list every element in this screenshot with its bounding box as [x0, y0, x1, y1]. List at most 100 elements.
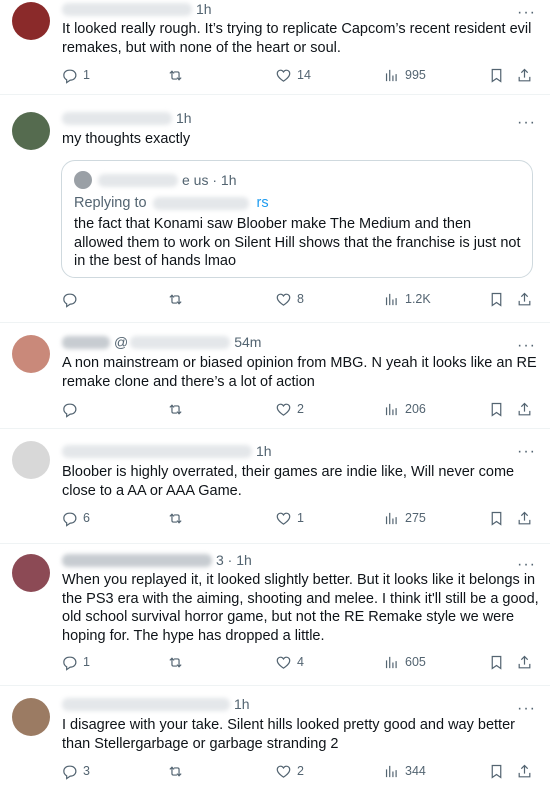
share-button[interactable]: [516, 288, 538, 310]
author-name[interactable]: [62, 111, 172, 125]
repost-button[interactable]: [167, 760, 189, 782]
post-time[interactable]: 54m: [234, 334, 261, 350]
repost-button[interactable]: [167, 288, 189, 310]
quoted-time: 1h: [220, 172, 237, 188]
avatar[interactable]: [12, 335, 50, 373]
more-icon[interactable]: ···: [517, 701, 536, 717]
avatar[interactable]: [12, 112, 50, 150]
more-icon[interactable]: ···: [517, 338, 536, 354]
view-count: 1.2K: [405, 292, 431, 306]
reply-icon: [63, 403, 77, 418]
repost-button[interactable]: [167, 651, 189, 673]
reply-button[interactable]: 6: [61, 507, 90, 529]
views-button[interactable]: 344: [383, 760, 426, 782]
bookmark-button[interactable]: [488, 398, 510, 420]
reply-count: 6: [83, 511, 90, 525]
views-button[interactable]: 206: [383, 398, 426, 420]
like-button[interactable]: 2: [275, 398, 304, 420]
post-actions: 6 1 275: [0, 507, 550, 529]
more-icon[interactable]: ···: [517, 557, 536, 573]
author-name[interactable]: [62, 697, 230, 711]
post-time[interactable]: 1h: [196, 1, 212, 17]
like-icon: [276, 656, 291, 669]
like-button[interactable]: 8: [275, 288, 304, 310]
post-header: @ 54m: [62, 333, 261, 351]
author-name[interactable]: [62, 2, 192, 16]
post-time[interactable]: 1h: [176, 110, 192, 126]
share-button[interactable]: [516, 507, 538, 529]
post-header: 3 · 1h: [62, 551, 252, 569]
reply-button[interactable]: [61, 288, 83, 310]
share-button[interactable]: [516, 760, 538, 782]
repost-button[interactable]: [167, 398, 189, 420]
view-count: 206: [405, 402, 426, 416]
repost-button[interactable]: [167, 507, 189, 529]
more-icon[interactable]: ···: [517, 115, 536, 131]
like-count: 4: [297, 655, 304, 669]
post-actions: 2 206: [0, 398, 550, 420]
bookmark-button[interactable]: [488, 760, 510, 782]
bookmark-button[interactable]: [488, 651, 510, 673]
like-icon: [276, 293, 291, 306]
post-actions: 3 2 344: [0, 760, 550, 782]
repost-button[interactable]: [167, 64, 189, 86]
bookmark-button[interactable]: [488, 507, 510, 529]
like-icon: [276, 69, 291, 82]
avatar[interactable]: [12, 2, 50, 40]
more-icon[interactable]: ···: [517, 444, 536, 460]
reply-button[interactable]: 3: [61, 760, 90, 782]
post[interactable]: @ 54m A non mainstream or biased opinion…: [0, 323, 550, 429]
replying-to-link[interactable]: rs: [257, 195, 269, 211]
reply-count: 1: [83, 655, 90, 669]
more-icon[interactable]: ···: [517, 5, 536, 21]
like-button[interactable]: 4: [275, 651, 304, 673]
view-count: 605: [405, 655, 426, 669]
like-button[interactable]: 1: [275, 507, 304, 529]
author-handle[interactable]: @: [114, 334, 128, 350]
avatar[interactable]: [12, 441, 50, 479]
post-actions: 1 14 995: [0, 64, 550, 86]
views-button[interactable]: 605: [383, 651, 426, 673]
views-button[interactable]: 275: [383, 507, 426, 529]
quoted-post-header: e us · 1h: [74, 171, 237, 189]
author-handle[interactable]: 3: [216, 552, 224, 568]
post-time[interactable]: 1h: [234, 696, 250, 712]
post-time[interactable]: 1h: [236, 552, 252, 568]
post[interactable]: 1h my thoughts exactly e us · 1h Replyin…: [0, 96, 550, 323]
share-button[interactable]: [516, 398, 538, 420]
avatar[interactable]: [12, 554, 50, 592]
views-button[interactable]: 995: [383, 64, 426, 86]
like-button[interactable]: 2: [275, 760, 304, 782]
like-button[interactable]: 14: [275, 64, 311, 86]
reply-button[interactable]: 1: [61, 651, 90, 673]
replying-to: Replying to rs: [74, 195, 269, 211]
avatar[interactable]: [12, 698, 50, 736]
post[interactable]: 1h Bloober is highly overrated, their ga…: [0, 429, 550, 544]
post[interactable]: 3 · 1h When you replayed it, it looked s…: [0, 544, 550, 686]
views-button[interactable]: 1.2K: [383, 288, 431, 310]
bookmark-button[interactable]: [488, 64, 510, 86]
share-button[interactable]: [516, 64, 538, 86]
post-header: 1h: [62, 109, 192, 127]
bookmark-icon: [491, 68, 502, 83]
post-time[interactable]: 1h: [256, 443, 272, 459]
author-name[interactable]: [62, 553, 212, 567]
reply-button[interactable]: 1: [61, 64, 90, 86]
reply-count: 3: [83, 764, 90, 778]
author-handle-blur: [130, 335, 231, 349]
view-count: 995: [405, 68, 426, 82]
author-name[interactable]: [62, 444, 252, 458]
post[interactable]: 1h It looked really rough. It’s trying t…: [0, 0, 550, 95]
repost-icon: [169, 656, 182, 668]
author-name[interactable]: [62, 335, 110, 349]
like-icon: [276, 512, 291, 525]
reply-button[interactable]: [61, 398, 83, 420]
bookmark-button[interactable]: [488, 288, 510, 310]
quoted-post[interactable]: e us · 1h Replying to rs the fact that K…: [61, 160, 533, 278]
like-icon: [276, 403, 291, 416]
share-button[interactable]: [516, 651, 538, 673]
replying-to-user: [152, 196, 249, 210]
views-icon: [385, 69, 397, 81]
post[interactable]: 1h I disagree with your take. Silent hil…: [0, 686, 550, 789]
replying-to-label: Replying to: [74, 195, 147, 211]
